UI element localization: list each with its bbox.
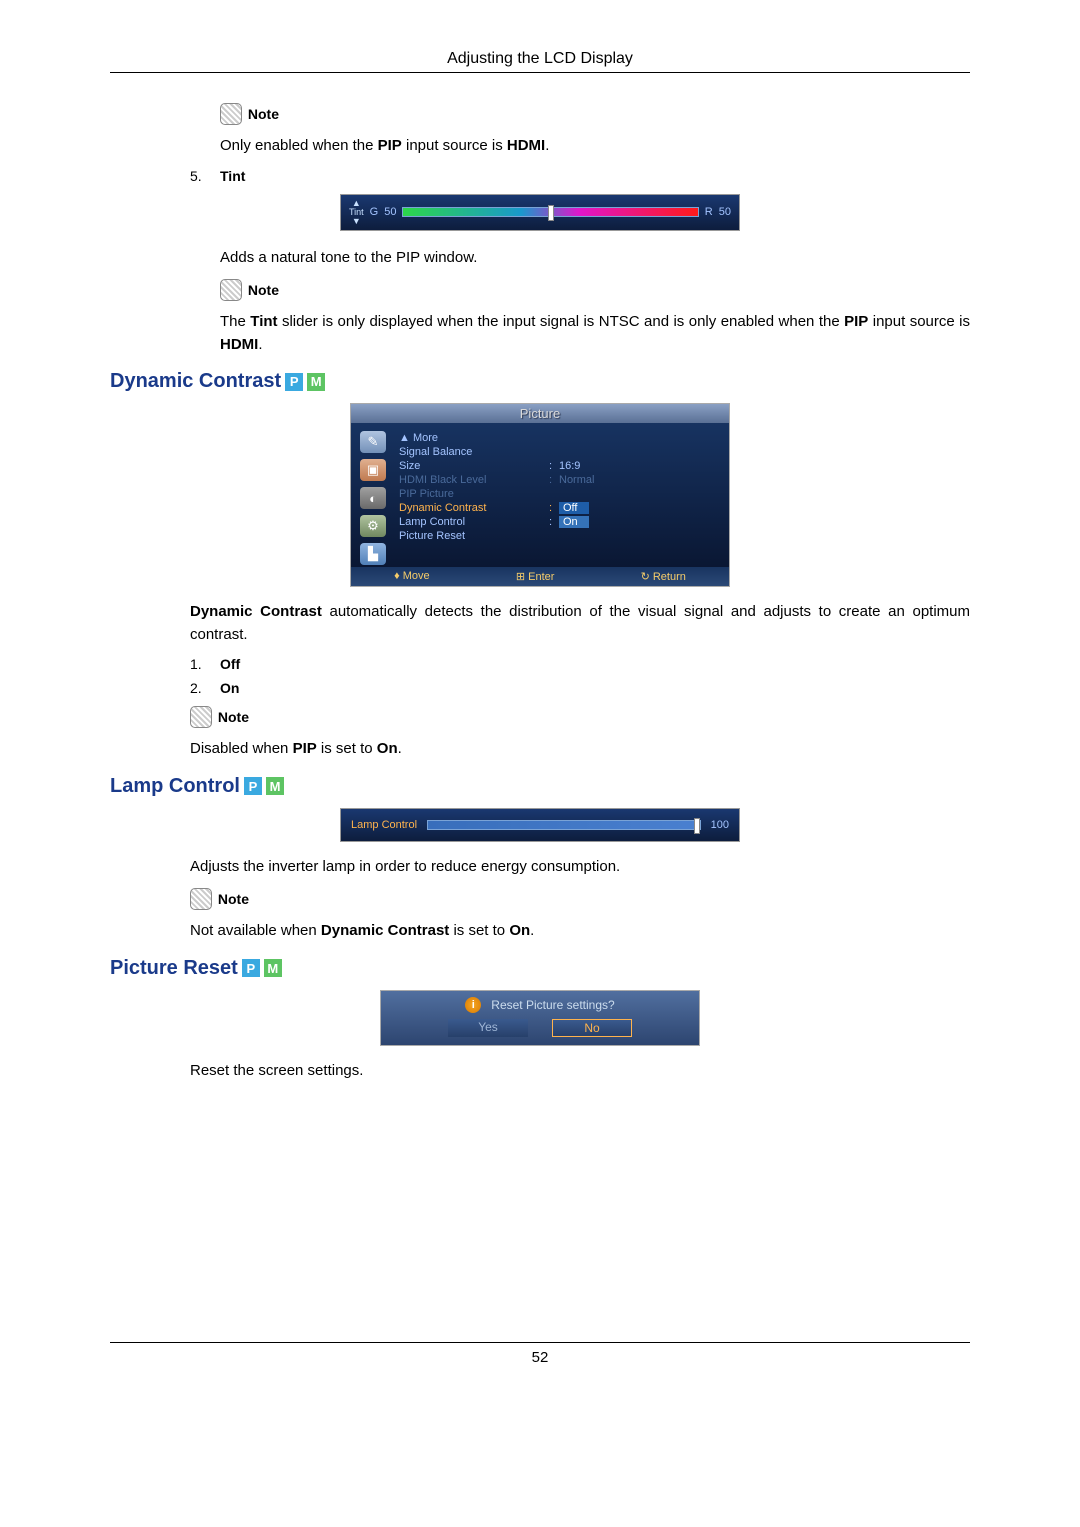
reset-description: Reset the screen settings. (190, 1060, 970, 1083)
lamp-control-panel: Lamp Control 100 (340, 808, 740, 842)
osd-dynamic-contrast[interactable]: Dynamic Contrast (399, 502, 549, 514)
list-item-2-on: 2. On (190, 680, 970, 696)
osd-hdmi-black-value: Normal (559, 474, 594, 486)
osd-dc-value: Off (559, 502, 589, 514)
osd-signal-balance[interactable]: Signal Balance (399, 446, 549, 458)
osd-pip-picture: PIP Picture (399, 488, 549, 500)
note-text-pip-on: Disabled when PIP is set to On. (190, 740, 402, 757)
lamp-description: Adjusts the inverter lamp in order to re… (190, 856, 970, 879)
badge-m-icon: M (266, 777, 284, 795)
page-header: Adjusting the LCD Display (110, 50, 970, 73)
osd-lamp-value: On (559, 516, 589, 528)
tint-arrows-icon: ▲Tint▼ (349, 199, 364, 226)
osd-footer: ♦ Move ⊞ Enter ↻ Return (351, 567, 729, 586)
tint-r-value: 50 (719, 206, 731, 218)
osd-footer-enter: ⊞ Enter (516, 570, 555, 583)
section-title-lamp-control: Lamp Control P M (110, 775, 970, 798)
osd-footer-move: ♦ Move (394, 570, 430, 583)
info-icon: i (465, 997, 481, 1013)
reset-yes-button[interactable]: Yes (448, 1019, 528, 1037)
osd-hdmi-black: HDMI Black Level (399, 474, 549, 486)
list-item-1-off: 1. Off (190, 656, 970, 672)
note-text-dc-on: Not available when Dynamic Contrast is s… (190, 922, 534, 939)
picture-mode-icon: ✎ (360, 431, 386, 453)
osd-picture-reset[interactable]: Picture Reset (399, 530, 549, 542)
list-number: 2. (190, 680, 220, 696)
setup-icon: ⚙ (360, 515, 386, 537)
list-number: 1. (190, 656, 220, 672)
osd-more[interactable]: ▲ More (399, 432, 549, 444)
osd-size-value: 16:9 (559, 460, 580, 472)
osd-size[interactable]: Size (399, 460, 549, 472)
tint-description-block: Adds a natural tone to the PIP window. N… (220, 247, 970, 357)
lamp-label: Lamp Control (351, 819, 417, 831)
tint-r-label: R (705, 206, 713, 218)
osd-sidebar-icons: ✎ ▣ ◐ ⚙ ▙ (355, 431, 391, 565)
note-text-1: Only enabled when the PIP input source i… (220, 137, 549, 154)
tint-description: Adds a natural tone to the PIP window. (220, 247, 970, 270)
badge-p-icon: P (244, 777, 262, 795)
badge-m-icon: M (307, 373, 325, 391)
lamp-slider-track[interactable] (427, 820, 701, 830)
note-label: Note (218, 891, 249, 907)
page-footer: 52 (110, 1342, 970, 1366)
badge-p-icon: P (285, 373, 303, 391)
reset-question: Reset Picture settings? (491, 998, 614, 1012)
lamp-slider-thumb[interactable] (694, 818, 700, 834)
note-icon (220, 279, 242, 301)
list-label-on: On (220, 680, 239, 696)
note-label: Note (248, 106, 279, 122)
list-item-5-tint: 5. Tint (190, 168, 970, 184)
section-title-picture-reset: Picture Reset P M (110, 957, 970, 980)
list-label-tint: Tint (220, 168, 245, 184)
note-label: Note (248, 282, 279, 298)
tint-g-value: 50 (384, 206, 396, 218)
reset-no-button[interactable]: No (552, 1019, 632, 1037)
note-block-1: Note Only enabled when the PIP input sou… (220, 103, 970, 158)
tint-slider-panel: ▲Tint▼ G 50 R 50 (340, 194, 740, 231)
osd-picture-menu: Picture ✎ ▣ ◐ ⚙ ▙ ▲ More Signal Balance … (350, 403, 730, 587)
list-label-off: Off (220, 656, 240, 672)
dc-description: Dynamic Contrast automatically detects t… (190, 601, 970, 646)
time-icon: ◐ (360, 487, 386, 509)
note-text-tint: The Tint slider is only displayed when t… (220, 313, 970, 353)
tint-slider-track[interactable] (402, 207, 698, 217)
badge-p-icon: P (242, 959, 260, 977)
lamp-description-block: Adjusts the inverter lamp in order to re… (190, 856, 970, 943)
tint-slider-thumb[interactable] (548, 205, 554, 221)
tools-icon: ▙ (360, 543, 386, 565)
lamp-value: 100 (711, 819, 729, 831)
badge-m-icon: M (264, 959, 282, 977)
note-icon (190, 888, 212, 910)
picture-icon: ▣ (360, 459, 386, 481)
osd-title: Picture (351, 404, 729, 423)
note-label: Note (218, 709, 249, 725)
list-number: 5. (190, 168, 220, 184)
reset-dialog: i Reset Picture settings? Yes No (380, 990, 700, 1046)
note-icon (220, 103, 242, 125)
note-block-dc: Note Disabled when PIP is set to On. (190, 706, 970, 761)
tint-g-label: G (370, 206, 379, 218)
osd-footer-return: ↻ Return (641, 570, 686, 583)
osd-lamp-control[interactable]: Lamp Control (399, 516, 549, 528)
section-title-dynamic-contrast: Dynamic Contrast P M (110, 370, 970, 393)
dc-description-block: Dynamic Contrast automatically detects t… (190, 601, 970, 646)
note-icon (190, 706, 212, 728)
